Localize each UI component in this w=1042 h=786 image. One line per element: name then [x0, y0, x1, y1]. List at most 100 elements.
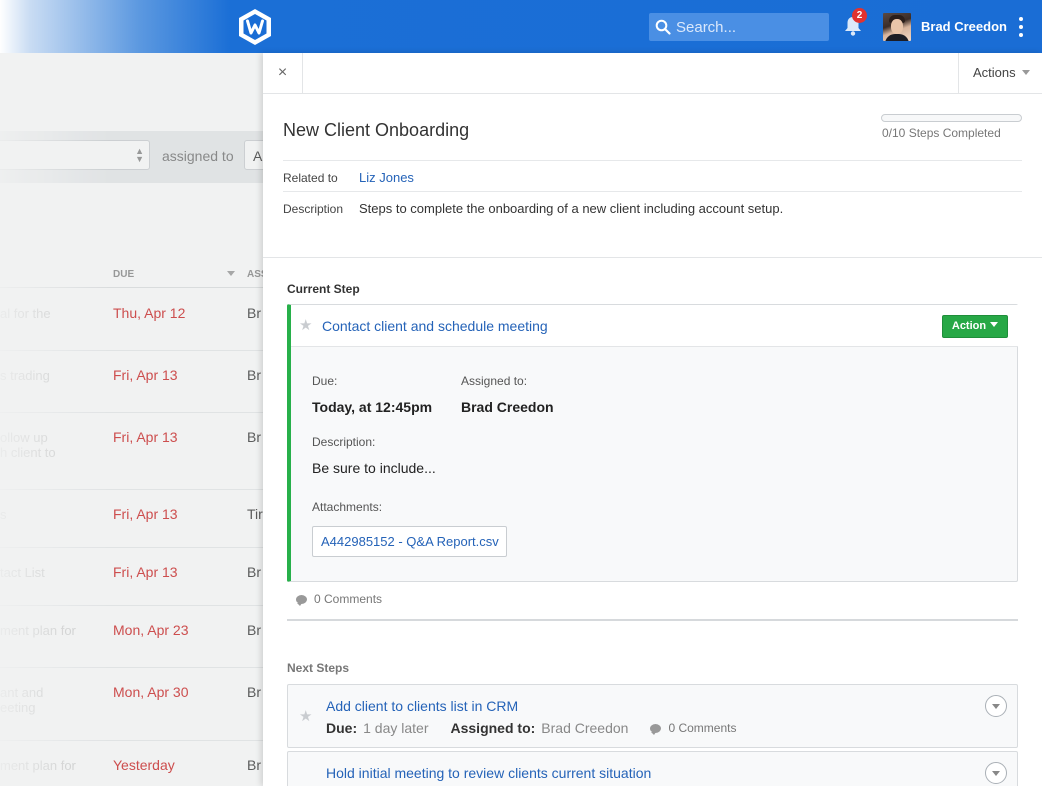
steps-progress-bar — [881, 114, 1022, 122]
row-due: Fri, Apr 13 — [113, 429, 178, 445]
next-due-label: Due: — [326, 720, 358, 736]
related-to-label: Related to — [283, 171, 338, 185]
next-due-value: 1 day later — [363, 720, 429, 736]
row-assigned: Br — [247, 367, 261, 383]
due-label: Due: — [312, 374, 338, 388]
row-task: ollow up h client to — [0, 430, 56, 460]
next-assigned-value: Brad Creedon — [541, 720, 629, 736]
star-icon[interactable]: ★ — [299, 707, 312, 725]
next-step-card[interactable]: ★ Add client to clients list in CRM Due:… — [287, 684, 1018, 748]
row-task: al for the — [0, 306, 51, 321]
star-icon[interactable]: ★ — [299, 316, 312, 334]
next-steps-heading: Next Steps — [287, 661, 350, 675]
sort-down-icon[interactable] — [227, 271, 235, 276]
column-assigned[interactable]: ASS — [247, 269, 263, 280]
section-divider — [263, 257, 1042, 258]
current-step-heading: Current Step — [287, 282, 360, 296]
row-assigned: Br — [247, 429, 261, 445]
panel-toolbar: × Actions — [263, 53, 1042, 94]
column-due[interactable]: DUE — [113, 269, 134, 280]
table-row[interactable]: ant and eeting Mon, Apr 30 Br — [0, 668, 263, 741]
table-row[interactable]: s Fri, Apr 13 Tir — [0, 490, 263, 548]
close-panel-button[interactable]: × — [263, 53, 303, 94]
next-assigned-label: Assigned to: — [450, 720, 536, 736]
user-name[interactable]: Brad Creedon — [921, 19, 1007, 34]
row-due: Fri, Apr 13 — [113, 564, 178, 580]
actions-dropdown[interactable]: Actions — [958, 53, 1042, 94]
task-table-header: DUE ASS — [0, 260, 263, 288]
attachment-link[interactable]: A442985152 - Q&A Report.csv — [312, 526, 507, 557]
table-row[interactable]: ollow up h client to Fri, Apr 13 Br — [0, 413, 263, 490]
row-assigned: Br — [247, 757, 261, 773]
current-step-comments[interactable]: 0 Comments — [296, 592, 382, 606]
row-assigned: Br — [247, 305, 261, 321]
related-to-link[interactable]: Liz Jones — [359, 170, 414, 185]
step-description-label: Description: — [312, 435, 376, 449]
search-icon — [655, 19, 671, 35]
attachments-label: Attachments: — [312, 500, 383, 514]
row-task: ment plan for — [0, 758, 76, 773]
table-row[interactable]: tact List Fri, Apr 13 Br — [0, 548, 263, 606]
next-step-card[interactable]: Hold initial meeting to review clients c… — [287, 751, 1018, 786]
filter-select[interactable]: ▲ ▼ — [0, 140, 150, 170]
row-due: Mon, Apr 30 — [113, 684, 189, 700]
row-due: Fri, Apr 13 — [113, 367, 178, 383]
description-label: Description — [283, 202, 344, 216]
row-task: ment plan for — [0, 623, 76, 638]
assigned-to-value: Brad Creedon — [461, 399, 554, 415]
filter-bar: ▲ ▼ assigned to A — [0, 131, 263, 183]
row-due: Mon, Apr 23 — [113, 622, 189, 638]
row-task: ant and eeting — [0, 685, 44, 715]
search-bar[interactable] — [649, 13, 829, 41]
section-divider — [287, 619, 1018, 621]
table-row[interactable]: ment plan for Yesterday Br — [0, 741, 263, 786]
next-step-meta: Due: 1 day later Assigned to: Brad Creed… — [326, 720, 736, 736]
next-step-comments[interactable]: 0 Comments — [650, 721, 736, 735]
step-action-button[interactable]: Action — [942, 315, 1008, 338]
app-logo-icon[interactable] — [237, 8, 273, 46]
top-bar: 2 Brad Creedon — [0, 0, 1042, 53]
action-label: Action — [951, 320, 987, 332]
expand-step-chevron-icon[interactable] — [985, 695, 1007, 717]
workflow-title: New Client Onboarding — [283, 120, 470, 140]
more-options-icon[interactable] — [1016, 17, 1026, 37]
background-task-list: ▲▼ assigned to A DUE ASS al for the Thu,… — [0, 53, 263, 786]
chevron-down-icon — [1021, 70, 1030, 75]
comment-icon — [650, 723, 662, 735]
table-row[interactable]: ment plan for Mon, Apr 23 Br — [0, 606, 263, 668]
row-assigned: Br — [247, 622, 261, 638]
actions-label: Actions — [973, 65, 1016, 80]
table-row[interactable]: s trading Fri, Apr 13 Br — [0, 351, 263, 413]
current-step-title[interactable]: Contact client and schedule meeting — [322, 318, 548, 334]
due-value: Today, at 12:45pm — [312, 399, 433, 415]
notification-badge: 2 — [852, 8, 867, 23]
user-avatar[interactable] — [883, 13, 911, 41]
assignee-select[interactable]: A — [244, 140, 263, 170]
next-step-title[interactable]: Hold initial meeting to review clients c… — [326, 765, 651, 781]
expand-step-chevron-icon[interactable] — [985, 762, 1007, 784]
current-step-card: ★ Contact client and schedule meeting Ac… — [287, 304, 1018, 582]
divider — [283, 191, 1022, 192]
current-step-header: ★ Contact client and schedule meeting Ac… — [291, 305, 1018, 347]
workflow-detail-panel: × Actions New Client Onboarding 0/10 Ste… — [263, 53, 1042, 786]
row-assigned: Br — [247, 564, 261, 580]
divider — [283, 160, 1022, 161]
chevron-down-icon — [990, 322, 999, 327]
next-step-title[interactable]: Add client to clients list in CRM — [326, 698, 518, 714]
step-description-text: Be sure to include... — [312, 460, 436, 476]
select-arrows-icon: ▲ ▼ — [135, 146, 144, 164]
row-task: s trading — [0, 368, 50, 383]
comments-count: 0 Comments — [314, 592, 383, 606]
steps-completed-text: 0/10 Steps Completed — [882, 126, 1001, 140]
assigned-to-label: assigned to — [162, 148, 234, 164]
row-assigned: Br — [247, 684, 261, 700]
comment-icon — [296, 594, 307, 606]
row-due: Yesterday — [113, 757, 175, 773]
row-due: Fri, Apr 13 — [113, 506, 178, 522]
comments-count: 0 Comments — [668, 721, 737, 735]
search-input[interactable] — [676, 18, 816, 36]
table-row[interactable]: al for the Thu, Apr 12 Br — [0, 289, 263, 351]
description-text: Steps to complete the onboarding of a ne… — [359, 201, 784, 216]
row-assigned: Tir — [247, 506, 263, 522]
assigned-to-label: Assigned to: — [461, 374, 528, 388]
